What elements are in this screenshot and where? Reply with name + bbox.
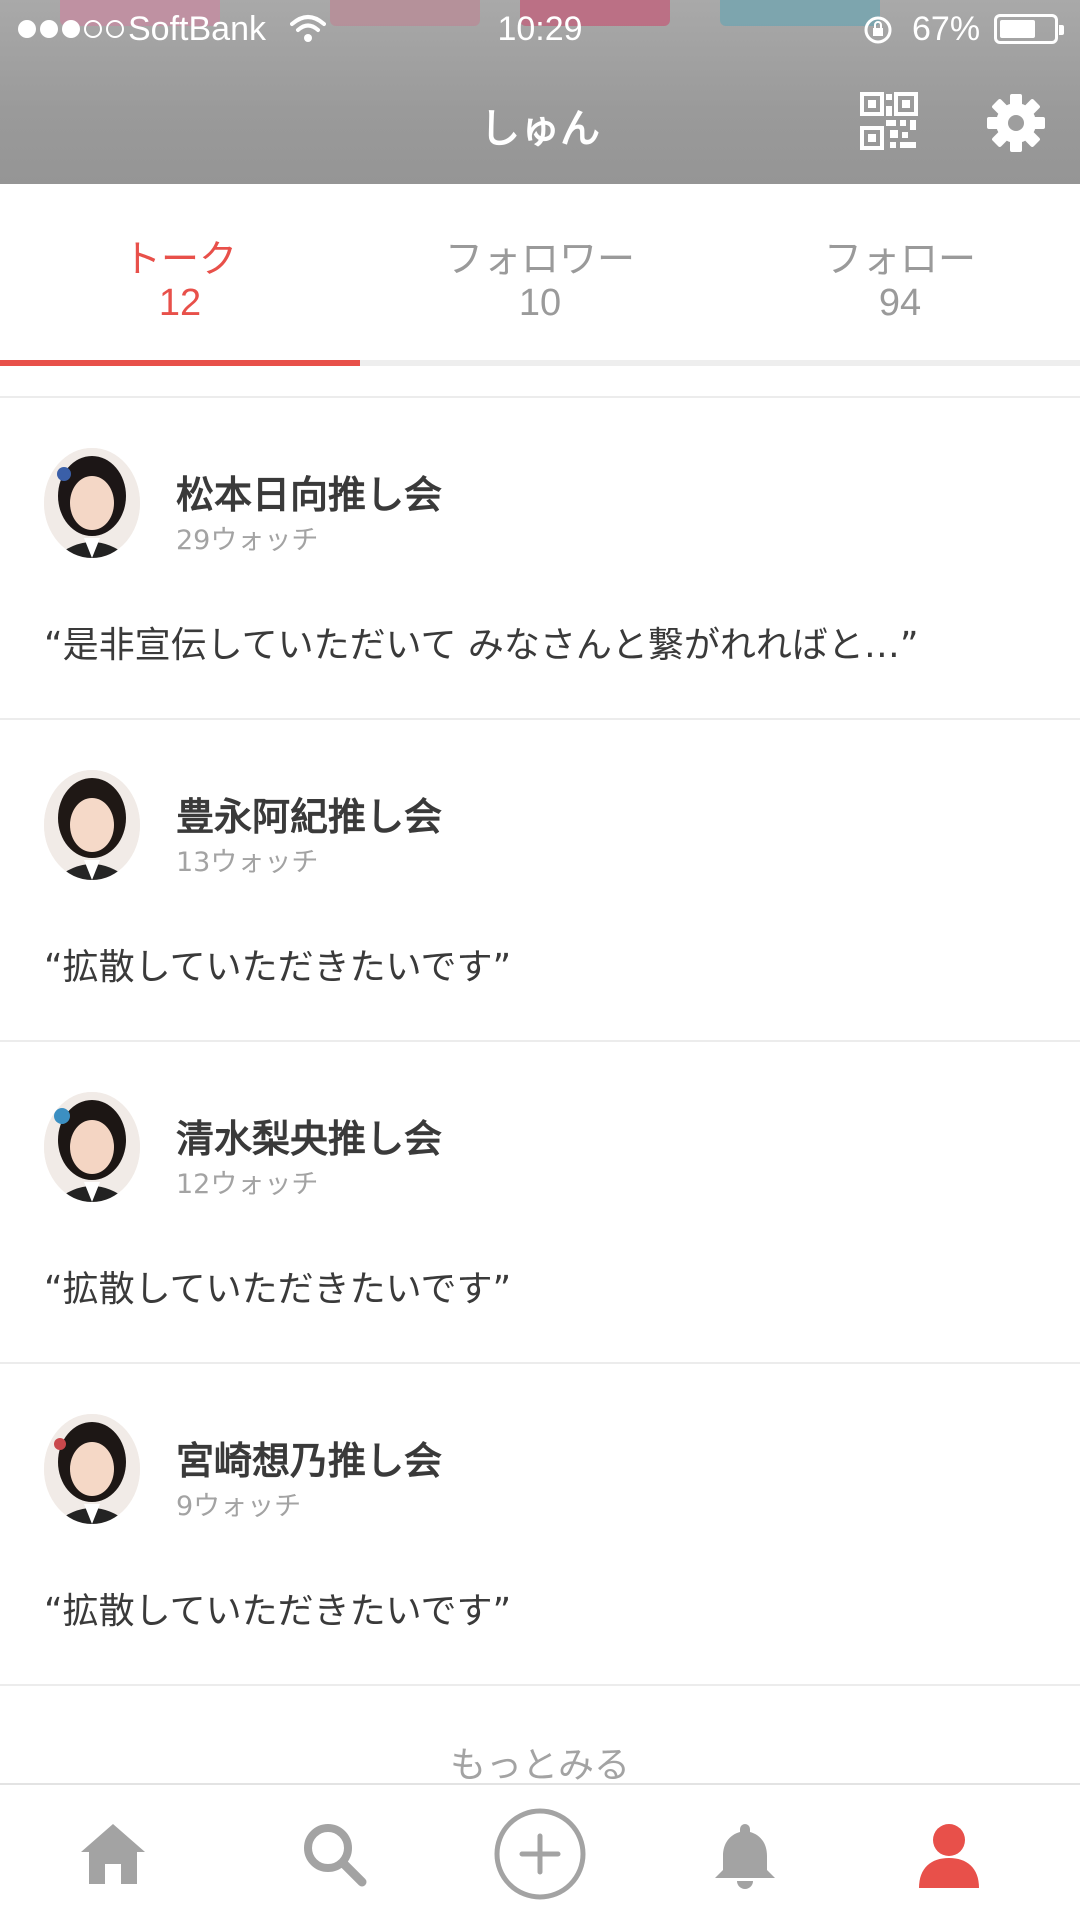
talk-list-item[interactable]: 清水梨央推し会 12ウォッチ “拡散していただきたいです”: [0, 1042, 1080, 1364]
tab-talk-count: 12: [158, 282, 202, 324]
avatar: [44, 1414, 140, 1524]
tab-followers-label: フォロワー: [444, 237, 635, 281]
talk-quote: “拡散していただきたいです”: [44, 1269, 512, 1310]
talk-quote: “拡散していただきたいです”: [44, 1591, 512, 1632]
nav-notifications[interactable]: [690, 1799, 800, 1909]
gear-icon[interactable]: [985, 92, 1047, 154]
talk-quote: “是非宣伝していただいて みなさんと繋がれればと…”: [44, 625, 919, 666]
bottom-navigation: [0, 1783, 1080, 1920]
avatar: [44, 1092, 140, 1202]
nav-home[interactable]: [58, 1799, 168, 1909]
watch-count: 9ウォッチ: [176, 1491, 302, 1522]
talk-list-item[interactable]: 豊永阿紀推し会 13ウォッチ “拡散していただきたいです”: [0, 720, 1080, 1042]
talk-group-name: 宮崎想乃推し会: [176, 1439, 443, 1483]
watch-count: 29ウォッチ: [176, 525, 319, 556]
status-bar: SoftBank 10:29 67%: [0, 0, 1080, 58]
talk-list-item[interactable]: 松本日向推し会 29ウォッチ “是非宣伝していただいて みなさんと繋がれればと……: [0, 398, 1080, 720]
profile-header: SoftBank 10:29 67% しゅん: [0, 0, 1080, 184]
home-icon: [81, 1824, 145, 1884]
talk-quote: “拡散していただきたいです”: [44, 947, 512, 988]
nav-search[interactable]: [279, 1799, 389, 1909]
talk-group-name: 豊永阿紀推し会: [176, 795, 443, 839]
talk-group-name: 松本日向推し会: [176, 473, 443, 517]
tab-following[interactable]: フォロー 94: [720, 184, 1080, 360]
tab-followers[interactable]: フォロワー 10: [360, 184, 720, 360]
talk-group-name: 清水梨央推し会: [176, 1117, 443, 1161]
watch-count: 13ウォッチ: [176, 847, 319, 878]
watch-count: 12ウォッチ: [176, 1169, 319, 1200]
search-icon: [304, 1824, 367, 1887]
qr-code-icon[interactable]: [860, 92, 918, 150]
page-title: しゅん: [480, 106, 600, 152]
battery-icon: [994, 14, 1064, 44]
nav-create[interactable]: [485, 1799, 595, 1909]
avatar: [44, 448, 140, 558]
battery-percentage: 67%: [912, 10, 981, 48]
tab-following-count: 94: [878, 282, 922, 324]
rotation-lock-icon: [864, 16, 892, 44]
profile-tabs: トーク 12 フォロワー 10 フォロー 94: [0, 184, 1080, 366]
nav-profile[interactable]: [894, 1799, 1004, 1909]
tab-followers-count: 10: [518, 282, 562, 324]
profile-screen: SoftBank 10:29 67% しゅん トーク 12 フォロワー 10 フ…: [0, 0, 1080, 1920]
tab-following-label: フォロー: [823, 237, 976, 281]
profile-icon: [919, 1824, 979, 1888]
see-more-link[interactable]: もっとみる: [0, 1736, 1080, 1788]
avatar: [44, 770, 140, 880]
bell-icon: [715, 1824, 775, 1889]
active-tab-indicator: [0, 360, 360, 366]
talk-list: 松本日向推し会 29ウォッチ “是非宣伝していただいて みなさんと繋がれればと……: [0, 396, 1080, 1686]
tab-talk-label: トーク: [122, 237, 237, 281]
add-circle-icon: [494, 1808, 586, 1900]
talk-list-item[interactable]: 宮崎想乃推し会 9ウォッチ “拡散していただきたいです”: [0, 1364, 1080, 1686]
tab-talk[interactable]: トーク 12: [0, 184, 360, 360]
